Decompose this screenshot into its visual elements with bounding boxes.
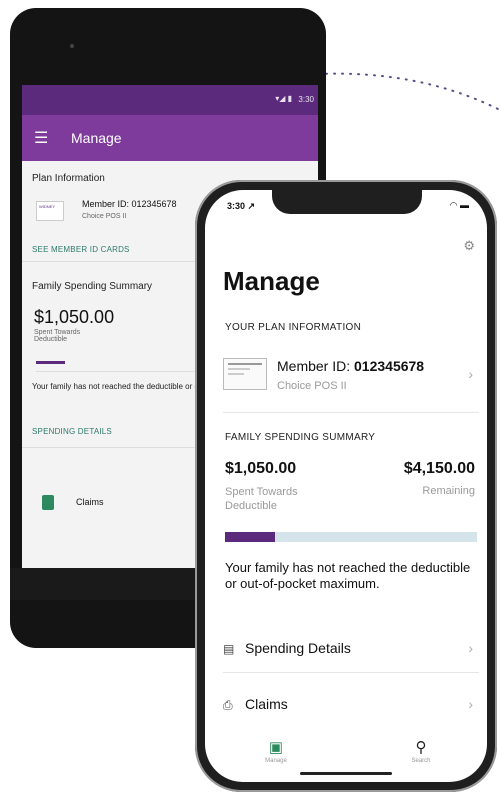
search-icon: ⚲	[415, 739, 427, 756]
card-brand: WIDNEY	[39, 204, 55, 209]
claims-icon: ⎙	[223, 698, 233, 712]
divider	[223, 412, 479, 413]
iphone: 3:30 ↗ ◠ ▬ ⚙ Manage YOUR PLAN INFORMATIO…	[195, 180, 497, 792]
iphone-status-time: 3:30 ↗	[227, 201, 256, 211]
notch	[272, 190, 422, 214]
remaining-label: Remaining	[422, 485, 475, 497]
page-title: Manage	[223, 266, 320, 296]
plan-section-title: YOUR PLAN INFORMATION	[225, 322, 362, 333]
progress-fill	[225, 532, 276, 542]
android-member-card-thumbnail: WIDNEY	[36, 201, 64, 221]
android-member-id: Member ID: 012345678	[82, 199, 177, 209]
android-plan-name: Choice POS II	[82, 213, 127, 220]
spent-amount: $1,050.00	[225, 460, 297, 477]
chevron-right-icon[interactable]: ›	[468, 366, 473, 382]
android-spent-label: Spent Towards Deductible	[34, 329, 81, 343]
remaining-amount: $4,150.00	[403, 460, 475, 477]
claims-row[interactable]: ⎙ Claims	[223, 696, 288, 713]
document-icon: ▤	[223, 642, 235, 656]
android-claims-item[interactable]: Claims	[76, 497, 104, 507]
iphone-status-icons: ◠ ▬	[449, 200, 469, 210]
hamburger-icon[interactable]: ☰	[34, 128, 48, 148]
tab-manage-label: Manage	[265, 758, 287, 764]
android-page-title: Manage	[71, 130, 122, 146]
spending-section-title: FAMILY SPENDING SUMMARY	[225, 432, 376, 443]
see-member-id-cards-link[interactable]: SEE MEMBER ID CARDS	[32, 245, 130, 254]
android-plan-section-title: Plan Information	[32, 173, 105, 184]
member-id-value: 012345678	[354, 358, 425, 374]
plan-name: Choice POS II	[277, 380, 347, 392]
chevron-right-icon[interactable]: ›	[468, 696, 473, 712]
member-id[interactable]: Member ID: 012345678	[277, 358, 424, 374]
claims-label: Claims	[245, 696, 288, 712]
iphone-screen: 3:30 ↗ ◠ ▬ ⚙ Manage YOUR PLAN INFORMATIO…	[205, 190, 487, 782]
divider	[223, 672, 479, 673]
member-card-thumbnail	[223, 358, 267, 390]
spent-label: Spent Towards Deductible	[225, 486, 298, 512]
spending-details-row[interactable]: ▤ Spending Details	[223, 640, 351, 656]
tab-manage[interactable]: ▣ Manage	[246, 738, 306, 764]
member-id-label: Member ID:	[277, 358, 355, 374]
android-spending-section-title: Family Spending Summary	[32, 281, 153, 292]
gear-icon[interactable]: ⚙	[463, 238, 475, 254]
document-icon	[42, 495, 54, 510]
home-indicator	[300, 772, 392, 775]
tab-search[interactable]: ⚲ Search	[391, 738, 451, 764]
id-card-icon: ▣	[268, 739, 284, 756]
android-app-bar: ☰ Manage	[22, 115, 318, 161]
android-status-bar: ▾◢ ▮ 3:30	[22, 85, 318, 115]
family-note: Your family has not reached the deductib…	[225, 560, 471, 591]
android-spent-amount: $1,050.00	[34, 307, 115, 327]
android-progress-bar	[36, 361, 65, 364]
spending-details-link[interactable]: SPENDING DETAILS	[32, 427, 112, 436]
tab-search-label: Search	[411, 758, 431, 764]
spending-details-label: Spending Details	[245, 640, 351, 656]
front-camera	[70, 44, 74, 48]
chevron-right-icon[interactable]: ›	[468, 640, 473, 656]
android-signal-icons: ▾◢ ▮	[275, 94, 292, 103]
android-status-time: 3:30	[298, 95, 314, 104]
